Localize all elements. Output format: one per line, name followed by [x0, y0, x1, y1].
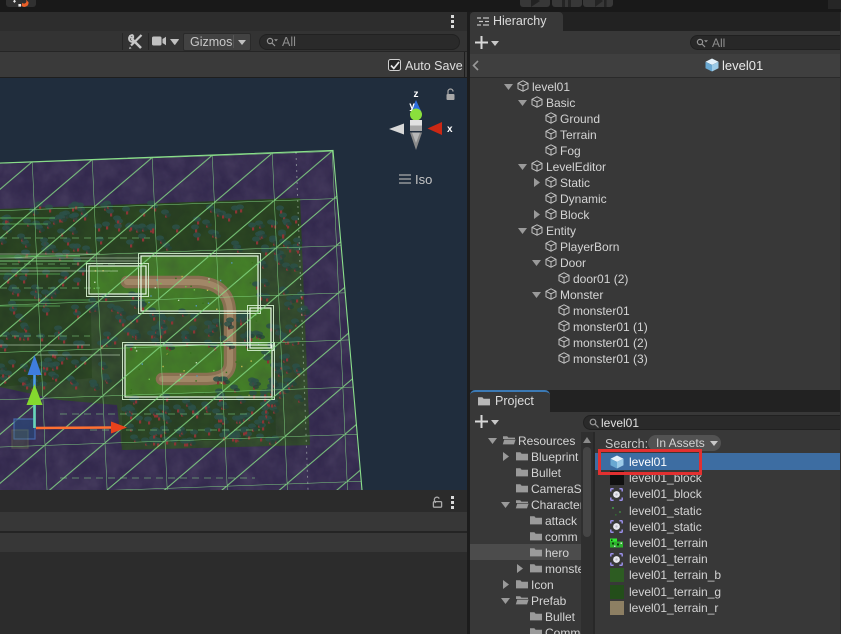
- svg-text:x: x: [447, 124, 453, 135]
- svg-text:z: z: [414, 89, 419, 100]
- svg-text:Iso: Iso: [415, 172, 432, 187]
- svg-text:y: y: [409, 101, 415, 112]
